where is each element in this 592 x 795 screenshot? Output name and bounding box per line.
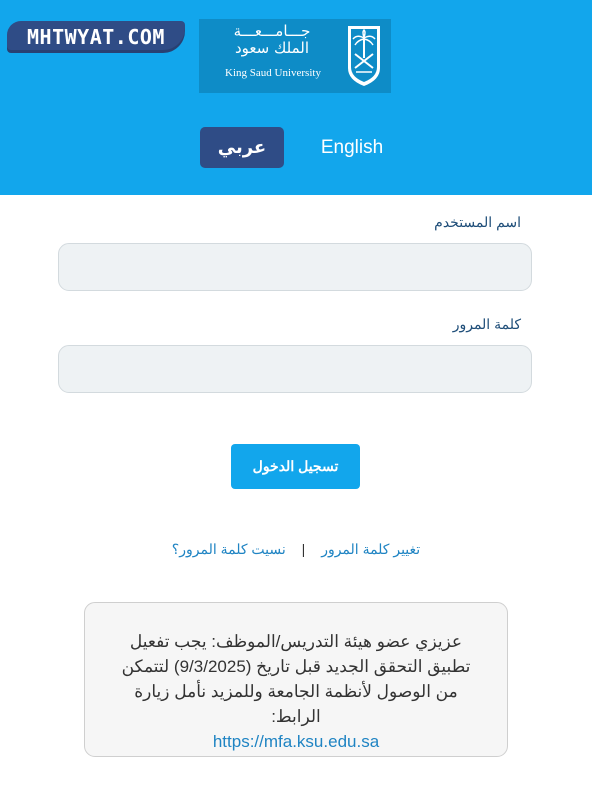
mfa-notice-box: عزيزي عضو هيئة التدريس/الموظف: يجب تفعيل… bbox=[84, 602, 508, 757]
username-label: اسم المستخدم bbox=[434, 214, 521, 230]
password-input[interactable] bbox=[58, 345, 532, 393]
change-password-link[interactable]: تغيير كلمة المرور bbox=[321, 541, 420, 557]
header-bar: MHTWYAT.COM جـــامـــعـــة الملك سعود Ki… bbox=[0, 0, 592, 195]
account-links: تغيير كلمة المرور | نسيت كلمة المرور؟ bbox=[0, 541, 592, 558]
language-arabic-button[interactable]: عربي bbox=[200, 127, 284, 168]
site-watermark: MHTWYAT.COM bbox=[7, 21, 185, 53]
links-separator: | bbox=[301, 541, 306, 557]
logo-english-name: King Saud University bbox=[225, 67, 321, 79]
mfa-link[interactable]: https://mfa.ksu.edu.sa bbox=[213, 729, 379, 754]
university-logo: جـــامـــعـــة الملك سعود King Saud Univ… bbox=[199, 19, 391, 93]
language-english-button[interactable]: English bbox=[312, 127, 392, 168]
mfa-notice-text: عزيزي عضو هيئة التدريس/الموظف: يجب تفعيل… bbox=[121, 632, 471, 726]
palm-swords-emblem-icon bbox=[348, 26, 380, 86]
username-input[interactable] bbox=[58, 243, 532, 291]
password-label: كلمة المرور bbox=[452, 316, 521, 332]
login-button[interactable]: تسجيل الدخول bbox=[231, 444, 360, 489]
logo-arabic-name: جـــامـــعـــة الملك سعود bbox=[233, 22, 311, 57]
forgot-password-link[interactable]: نسيت كلمة المرور؟ bbox=[172, 541, 286, 557]
